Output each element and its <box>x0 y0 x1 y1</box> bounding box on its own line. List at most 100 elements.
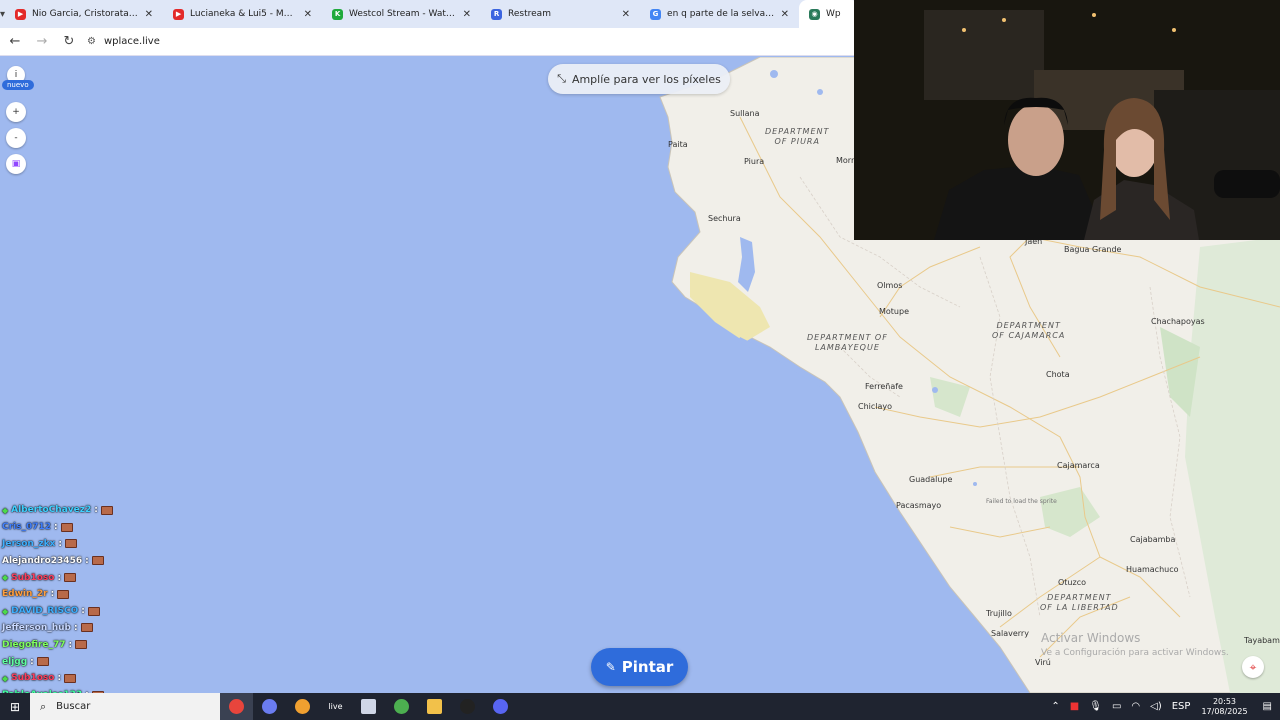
language-indicator[interactable]: ESP <box>1172 701 1191 712</box>
reload-icon[interactable]: ↻ <box>57 30 81 54</box>
chat-message: ◆ DAVID_RISCO: <box>2 603 122 620</box>
chat-emote-icon <box>64 539 77 549</box>
chat-message: Cris_0712: <box>2 519 122 536</box>
tab-favicon-icon: G <box>650 8 662 20</box>
taskbar-app-obs[interactable] <box>451 693 484 720</box>
chat-emote-icon <box>75 640 88 650</box>
map-place-label: Pacasmayo <box>896 501 942 510</box>
chat-message: ◆ AlbertoChavez2: <box>2 502 122 519</box>
chat-username: eljgg <box>2 656 28 667</box>
taskbar-search[interactable]: ⌕ Buscar <box>30 693 220 720</box>
site-settings-icon[interactable]: ⚙ <box>87 36 96 47</box>
map-place-label: Chiclayo <box>858 402 893 411</box>
tab-close-icon[interactable]: ✕ <box>622 9 630 20</box>
target-icon: ⌖ <box>1249 659 1257 674</box>
taskbar-app-files[interactable] <box>418 693 451 720</box>
taskbar-app-live[interactable]: live <box>319 693 352 720</box>
chat-separator: : <box>85 555 89 566</box>
volume-icon[interactable]: ◁) <box>1150 701 1162 712</box>
chat-separator: : <box>74 622 78 633</box>
browser-tab[interactable]: ▶ Nio Garcia, Cristorata, Rodrigo ✕ <box>5 0 163 28</box>
map-place-label: Paita <box>668 140 688 149</box>
chat-emote-icon <box>60 522 73 532</box>
obs-icon <box>460 699 475 714</box>
windows-start-icon[interactable]: ⊞ <box>0 693 30 720</box>
discord-icon <box>493 699 508 714</box>
browser-tab[interactable]: ◉ Wp <box>799 0 860 28</box>
tab-close-icon[interactable]: ✕ <box>781 9 789 20</box>
chat-message: Diegofire_77: <box>2 636 122 653</box>
taskbar-app-notepad[interactable] <box>352 693 385 720</box>
tab-strip: ▶ Nio Garcia, Cristorata, Rodrigo ✕ ▶ Lucian… <box>5 0 860 28</box>
map-region-label: DEPARTMENT OF LA LIBERTAD <box>1040 593 1119 612</box>
taskbar-app-copilot[interactable] <box>253 693 286 720</box>
tab-title: en q parte de la selva comen h <box>667 9 775 19</box>
tab-title: Nio Garcia, Cristorata, Rodrigo <box>32 9 139 19</box>
map-place-label: Motupe <box>879 307 910 316</box>
back-icon[interactable]: ← <box>3 30 27 54</box>
chat-separator: : <box>81 606 85 617</box>
twitch-button[interactable]: ▣ <box>6 154 26 174</box>
map-place-label: Morr <box>836 156 855 165</box>
tray-record-icon[interactable]: ■ <box>1070 701 1079 712</box>
network-icon[interactable]: ▭ <box>1112 701 1121 712</box>
windows-activation-text: Ve a Configuración para activar Windows. <box>1041 648 1229 658</box>
chat-separator: : <box>50 589 55 600</box>
taskbar-app-discord[interactable] <box>484 693 517 720</box>
chat-separator: : <box>94 505 98 516</box>
browser-tab[interactable]: K Westcol Stream - Watch Live on ✕ <box>322 0 481 28</box>
tab-close-icon[interactable]: ✕ <box>463 9 471 20</box>
notifications-icon[interactable]: ▤ <box>1263 701 1272 712</box>
chat-username: AlbertoChavez2 <box>11 505 92 516</box>
chat-emote-icon <box>87 606 100 616</box>
map-place-label: Sechura <box>708 214 741 223</box>
chat-separator: : <box>57 572 62 583</box>
zoom-hint-text: Amplíe para ver los píxeles <box>571 72 721 86</box>
chat-emote-icon <box>91 556 104 566</box>
map-place-label: Failed to load the sprite <box>986 498 1057 505</box>
tab-close-icon[interactable]: ✕ <box>145 9 153 20</box>
chat-message: ◆ Sub1oso: <box>2 569 122 586</box>
taskbar-app-chrome[interactable] <box>385 693 418 720</box>
address-input[interactable]: ⚙ wplace.live <box>87 36 160 47</box>
taskbar-search-label: Buscar <box>56 701 91 712</box>
taskbar-clock[interactable]: 20:53 17/08/2025 <box>1201 697 1247 717</box>
forward-icon[interactable]: → <box>30 30 54 54</box>
map-place-label: Chota <box>1046 370 1070 379</box>
chat-username: Sub1oso <box>11 572 55 583</box>
map-place-label: Tayabam <box>1244 636 1280 645</box>
tab-favicon-icon: ◉ <box>809 8 821 20</box>
map-region-label: DEPARTMENT OF LAMBAYEQUE <box>807 333 888 352</box>
zoom-in-button[interactable]: + <box>6 102 26 122</box>
browser-tab[interactable]: R Restream ✕ <box>481 0 640 28</box>
tab-title: Lucianeka & Lui5 - My Baby Do <box>190 9 298 19</box>
app-color-icon <box>295 699 310 714</box>
wifi-icon[interactable]: ◠ <box>1131 701 1140 712</box>
tab-title: Wp <box>826 9 841 19</box>
live-app-label: live <box>328 702 343 711</box>
chat-badge-icon: ◆ <box>2 573 9 583</box>
clock-date: 17/08/2025 <box>1201 706 1248 716</box>
browser-tab[interactable]: ▶ Lucianeka & Lui5 - My Baby Do ✕ <box>163 0 322 28</box>
tray-chevron-icon[interactable]: ⌃ <box>1051 701 1059 712</box>
chat-emote-icon <box>100 505 113 515</box>
tab-title: Westcol Stream - Watch Live on <box>349 9 457 19</box>
map-region-label: DEPARTMENT OF PIURA <box>765 127 830 146</box>
paint-button[interactable]: ✎ Pintar <box>591 648 688 686</box>
chat-message: eljgg: <box>2 653 122 670</box>
files-icon <box>427 699 442 714</box>
taskbar-app-app-color[interactable] <box>286 693 319 720</box>
microphone-icon[interactable]: 🎙 <box>1089 701 1102 712</box>
map-place-label: Sullana <box>730 109 760 118</box>
taskbar-app-chrome-active[interactable] <box>220 693 253 720</box>
chat-message: Jefferson_hub: <box>2 620 122 637</box>
zoom-out-button[interactable]: - <box>6 128 26 148</box>
notepad-icon <box>361 699 376 714</box>
locate-button[interactable]: ⌖ <box>1242 656 1264 678</box>
webcam-video <box>854 0 1280 240</box>
browser-tab[interactable]: Gen q parte de la selva comen h ✕ <box>640 0 799 28</box>
map-place-label: Cajamarca <box>1057 461 1100 470</box>
tab-close-icon[interactable]: ✕ <box>304 9 312 20</box>
zoom-hint-pill[interactable]: ⤡ Amplíe para ver los píxeles <box>548 64 730 94</box>
chat-separator: : <box>58 538 62 549</box>
